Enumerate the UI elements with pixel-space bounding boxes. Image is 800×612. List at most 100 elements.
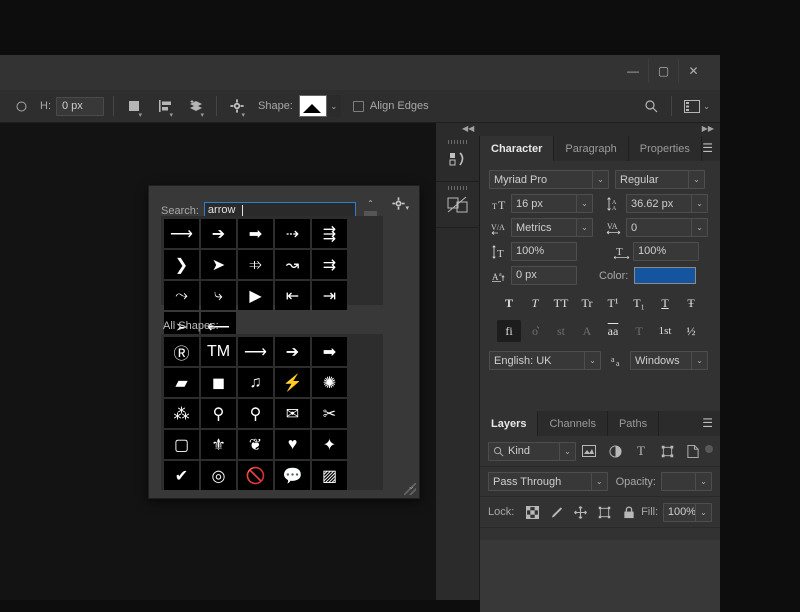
shape-lightning-bolt[interactable]: ⚡ <box>275 368 310 397</box>
shape-push-pin[interactable]: ⚲ <box>238 399 273 428</box>
shape-music-note[interactable]: ♫ <box>238 368 273 397</box>
font-style-select[interactable]: Regular ⌄ <box>615 170 705 189</box>
type-button-old-style[interactable]: aa <box>601 320 625 342</box>
search-icon[interactable] <box>640 96 662 116</box>
lock-image-pixels-icon[interactable] <box>544 502 568 522</box>
type-button-ordinals[interactable]: 1st <box>653 320 677 342</box>
resize-grip-icon[interactable] <box>404 483 416 495</box>
shape-arrow-feathered-right[interactable]: ⇉ <box>312 250 347 279</box>
shape-arrow-turn-right[interactable]: ⤷ <box>201 281 236 310</box>
shape-chevron-right-bold[interactable]: ❯ <box>164 250 199 279</box>
shape-trademark[interactable]: TM <box>201 337 236 366</box>
type-button-small-caps[interactable]: Tr <box>575 292 599 314</box>
tab-character[interactable]: Character <box>480 136 555 161</box>
shape-registered-trademark[interactable]: Ⓡ <box>164 337 199 366</box>
type-button-all-caps[interactable]: TT <box>549 292 573 314</box>
shape-arrow-squiggle-right[interactable]: ⤳ <box>164 281 199 310</box>
paths-panel-icon[interactable] <box>436 182 480 228</box>
panel-menu-icon[interactable]: ☰ <box>702 417 713 429</box>
fill-input[interactable]: 100% ⌄ <box>662 502 712 522</box>
workspace-icon[interactable] <box>681 96 703 116</box>
close-button[interactable]: ✕ <box>678 59 708 83</box>
type-button-discretionary-ligatures[interactable]: st <box>549 320 573 342</box>
shape-arrow-thin-right[interactable]: ⟶ <box>238 337 273 366</box>
shape-arrow-block-right[interactable]: ➡ <box>238 219 273 248</box>
minimize-button[interactable]: — <box>618 59 648 83</box>
tracking-input[interactable]: 0 ⌄ <box>626 218 708 237</box>
shape-play-triangle-right[interactable]: ▶ <box>238 281 273 310</box>
tab-layers[interactable]: Layers <box>480 411 539 436</box>
align-edges-checkbox[interactable] <box>352 100 364 112</box>
shape-light-bulb[interactable]: ⚲ <box>201 399 236 428</box>
baseline-shift-input[interactable]: 0 px <box>511 266 577 285</box>
type-button-titling-alternates[interactable]: T <box>627 320 651 342</box>
lock-position-icon[interactable] <box>568 502 592 522</box>
lock-artboard-nesting-icon[interactable] <box>593 502 617 522</box>
shape-speech-bubble[interactable]: 💬 <box>275 461 310 490</box>
filter-smart-object-icon[interactable] <box>680 441 706 461</box>
type-button-contextual-alternates[interactable]: o͛ <box>523 320 547 342</box>
type-button-faux-italic[interactable]: T <box>523 292 547 314</box>
shape-heart[interactable]: ♥ <box>275 430 310 459</box>
tab-properties[interactable]: Properties <box>629 136 702 161</box>
filter-pixel-icon[interactable] <box>576 441 602 461</box>
shape-scissors[interactable]: ✂ <box>312 399 347 428</box>
shape-preset-caret[interactable]: ⌄ <box>326 95 341 117</box>
shape-envelope[interactable]: ✉ <box>275 399 310 428</box>
shape-arrow-wavy-right[interactable]: ↝ <box>275 250 310 279</box>
dock-collapse-bar[interactable]: ◀◀ ▶▶ <box>436 123 720 136</box>
shape-dashed-rectangle[interactable]: ▢ <box>164 430 199 459</box>
path-operations-icon[interactable]: ▾ <box>123 96 145 119</box>
chevron-double-left-icon[interactable]: ◀◀ <box>462 124 474 133</box>
font-family-select[interactable]: Myriad Pro ⌄ <box>489 170 609 189</box>
lock-all-icon[interactable] <box>617 502 641 522</box>
shape-grass-tuft[interactable]: ⁂ <box>164 399 199 428</box>
filter-power-toggle[interactable] <box>705 445 713 453</box>
opacity-input[interactable]: ⌄ <box>660 472 713 491</box>
type-button-faux-bold[interactable]: T <box>497 292 521 314</box>
chevron-double-right-icon[interactable]: ▶▶ <box>702 124 714 133</box>
panel-grip[interactable] <box>448 140 468 144</box>
shape-check-mark[interactable]: ✔ <box>164 461 199 490</box>
panel-grip[interactable] <box>448 186 468 190</box>
type-button-subscript[interactable]: T₁ <box>627 292 651 314</box>
shape-arrow-block-right[interactable]: ➡ <box>312 337 347 366</box>
layers-list[interactable] <box>480 540 720 612</box>
type-button-strikethrough[interactable]: Ŧ <box>679 292 703 314</box>
history-panel-icon[interactable] <box>436 136 480 182</box>
font-size-input[interactable]: 16 px ⌄ <box>511 194 593 213</box>
shape-rounded-square-sketch[interactable]: ◼ <box>201 368 236 397</box>
shape-banner-pillow[interactable]: ▰ <box>164 368 199 397</box>
filter-shape-icon[interactable] <box>654 441 680 461</box>
vertical-scale-input[interactable]: 100% <box>511 242 577 261</box>
tool-preset-icon[interactable] <box>10 96 32 116</box>
shape-ornament-flourish[interactable]: ❦ <box>238 430 273 459</box>
shape-arrow-dart-right[interactable]: ⇶ <box>312 219 347 248</box>
shape-phone-arrow-in[interactable]: ⇤ <box>275 281 310 310</box>
leading-input[interactable]: 36.62 px ⌄ <box>626 194 708 213</box>
chevron-up-icon[interactable]: ⌃ <box>364 197 377 210</box>
shape-arrow-pin-right[interactable]: ⇢ <box>275 219 310 248</box>
shape-arrow-solid-right[interactable]: ➔ <box>275 337 310 366</box>
workspace-caret[interactable]: ⌄ <box>703 102 710 111</box>
shape-hatch-pattern-square[interactable]: ▨ <box>312 461 347 490</box>
shape-splat-blob[interactable]: ✦ <box>312 430 347 459</box>
shape-arrow-solid-right[interactable]: ➔ <box>201 219 236 248</box>
kerning-select[interactable]: Metrics ⌄ <box>511 218 593 237</box>
path-alignment-icon[interactable]: ▾ <box>154 96 176 119</box>
path-arrangement-icon[interactable]: ▾ <box>185 96 207 119</box>
antialias-select[interactable]: Windows ⌄ <box>630 351 708 370</box>
tab-channels[interactable]: Channels <box>538 411 608 436</box>
shape-arrow-double-barb-right[interactable]: ⤃ <box>238 250 273 279</box>
tab-paragraph[interactable]: Paragraph <box>554 136 629 161</box>
shape-phone-arrow-out[interactable]: ⇥ <box>312 281 347 310</box>
shape-starburst[interactable]: ✺ <box>312 368 347 397</box>
gear-icon[interactable]: ▾ <box>226 96 248 119</box>
filter-adjustment-icon[interactable] <box>602 441 628 461</box>
shape-preset-thumbnail[interactable] <box>298 95 327 117</box>
shape-fleur-de-lis[interactable]: ⚜ <box>201 430 236 459</box>
panel-menu-icon[interactable]: ☰ <box>702 142 713 154</box>
tab-paths[interactable]: Paths <box>608 411 660 436</box>
type-button-swash[interactable]: A <box>575 320 599 342</box>
type-button-underline[interactable]: T <box>653 292 677 314</box>
